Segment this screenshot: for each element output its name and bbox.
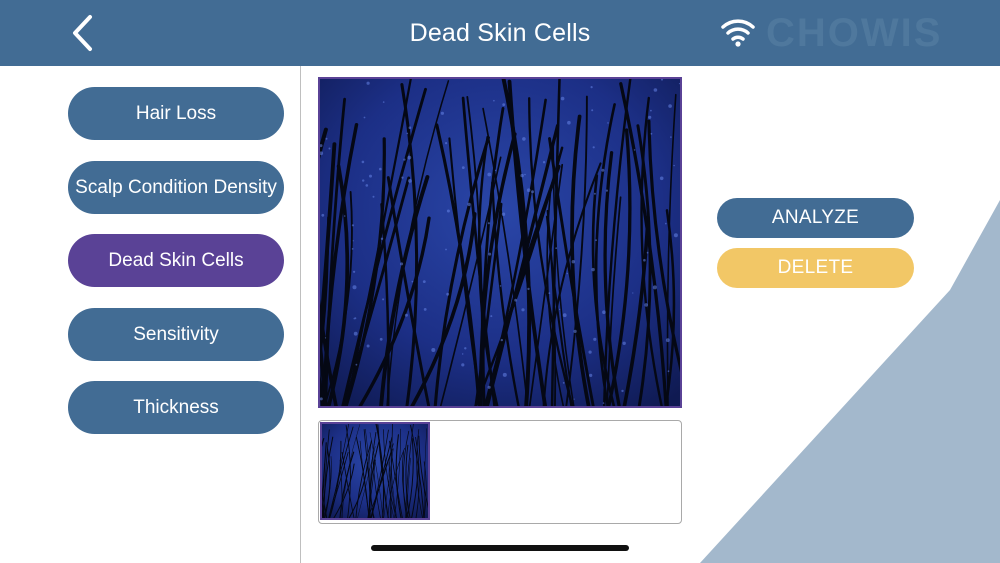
panel-divider bbox=[300, 66, 301, 563]
scalp-image-preview bbox=[318, 77, 682, 408]
analyze-button[interactable]: ANALYZE bbox=[717, 198, 914, 238]
sidebar-item-sensitivity[interactable]: Sensitivity bbox=[68, 308, 284, 361]
thumbnail-image[interactable] bbox=[320, 422, 430, 520]
sidebar-item-label: Thickness bbox=[133, 396, 219, 418]
sidebar-item-label: Sensitivity bbox=[133, 323, 219, 345]
sidebar-item-thickness[interactable]: Thickness bbox=[68, 381, 284, 434]
sidebar-item-scalp-condition-density[interactable]: Scalp Condition Density bbox=[68, 161, 284, 214]
wifi-icon bbox=[721, 19, 755, 47]
header-bar: Dead Skin Cells CHOWIS bbox=[0, 0, 1000, 66]
thumbnail-strip bbox=[318, 420, 682, 524]
home-indicator bbox=[371, 545, 629, 551]
page-title: Dead Skin Cells bbox=[409, 19, 591, 47]
sidebar-item-dead-skin-cells[interactable]: Dead Skin Cells bbox=[68, 234, 284, 287]
scalp-image bbox=[320, 79, 680, 406]
delete-button[interactable]: DELETE bbox=[717, 248, 914, 288]
sidebar-item-hair-loss[interactable]: Hair Loss bbox=[68, 87, 284, 140]
brand-logo: CHOWIS bbox=[766, 11, 943, 55]
back-button[interactable] bbox=[62, 11, 102, 55]
sidebar-item-label: Scalp Condition Density bbox=[75, 176, 277, 198]
sidebar-item-label: Hair Loss bbox=[135, 102, 217, 124]
sidebar-item-label: Dead Skin Cells bbox=[108, 249, 244, 271]
chevron-left-icon bbox=[73, 15, 92, 51]
